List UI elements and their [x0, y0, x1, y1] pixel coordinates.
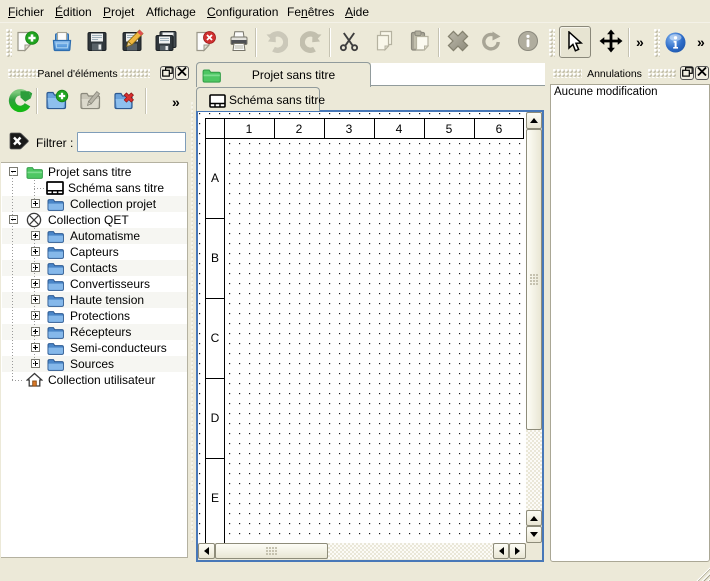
svg-text:A: A [211, 171, 219, 185]
svg-text:C: C [211, 331, 220, 345]
svg-text:1: 1 [246, 122, 253, 136]
svg-text:4: 4 [396, 122, 403, 136]
svg-text:2: 2 [296, 122, 303, 136]
svg-text:D: D [211, 411, 220, 425]
svg-text:5: 5 [446, 122, 453, 136]
svg-text:B: B [211, 251, 219, 265]
svg-text:E: E [211, 491, 219, 505]
svg-text:3: 3 [346, 122, 353, 136]
svg-text:6: 6 [496, 122, 503, 136]
